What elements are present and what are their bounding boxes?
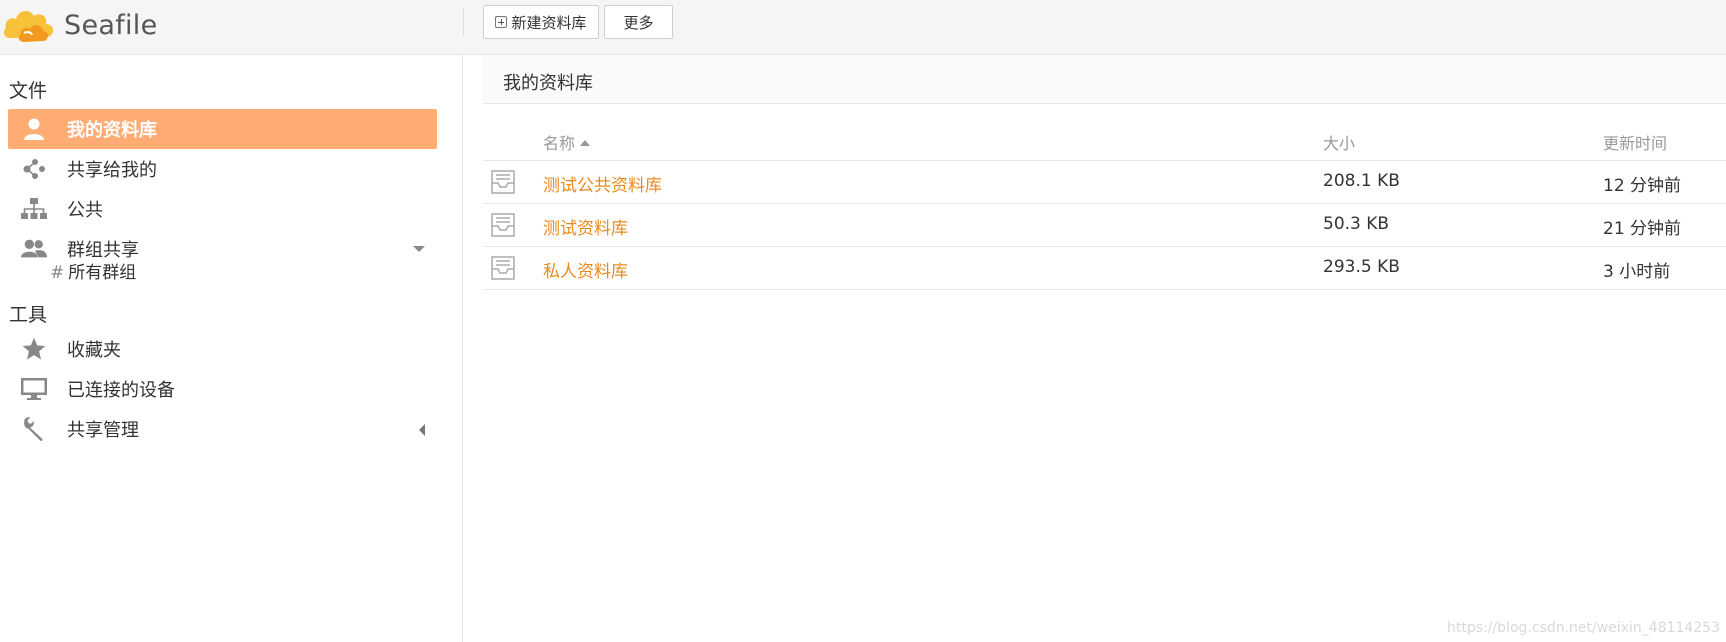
- top-header: Seafile 新建资料库 更多: [0, 0, 1726, 55]
- path-bar: 我的资料库: [483, 55, 1726, 104]
- user-icon: [20, 115, 48, 143]
- table-header: 名称 大小 更新时间: [483, 120, 1726, 161]
- library-icon: [491, 256, 515, 280]
- sidebar-item-shared-with-me[interactable]: 共享给我的: [8, 149, 437, 189]
- new-library-button[interactable]: 新建资料库: [483, 5, 599, 39]
- seafile-logo[interactable]: Seafile: [2, 2, 158, 48]
- column-updated-header[interactable]: 更新时间: [1603, 130, 1667, 154]
- star-icon: [20, 335, 48, 363]
- library-name-link[interactable]: 测试公共资料库: [543, 171, 662, 196]
- table-row[interactable]: 测试公共资料库 208.1 KB 12 分钟前: [483, 161, 1726, 204]
- hash-icon: #: [50, 263, 65, 283]
- sidebar-item-label: 共享管理: [67, 420, 139, 441]
- plus-square-icon: [495, 16, 508, 28]
- sidebar-item-linked-devices[interactable]: 已连接的设备: [8, 369, 437, 409]
- library-icon: [491, 170, 515, 194]
- library-updated: 21 分钟前: [1603, 219, 1682, 239]
- sidebar-item-public[interactable]: 公共: [8, 189, 437, 229]
- sidebar-item-label: 公共: [67, 200, 103, 221]
- chevron-left-icon[interactable]: [419, 424, 425, 436]
- library-size: 50.3 KB: [1323, 214, 1390, 234]
- library-updated: 12 分钟前: [1603, 176, 1682, 196]
- sidebar-subitem-all-groups[interactable]: # 所有群组: [50, 258, 136, 283]
- column-name-header[interactable]: 名称: [543, 130, 591, 154]
- sidebar-item-label: 我的资料库: [67, 120, 157, 141]
- sidebar: 文件 我的资料库 共享给我的 公共 群组共享 # 所有群组 工具 收藏夹 已连接…: [0, 55, 463, 642]
- more-button[interactable]: 更多: [604, 5, 673, 39]
- files-section-title: 文件: [9, 80, 48, 102]
- main-content: 我的资料库 名称 大小 更新时间 测试公共资料库 208.1 KB 12 分钟前…: [463, 55, 1726, 642]
- sidebar-subitem-label: 所有群组: [68, 263, 137, 283]
- sidebar-item-my-libraries[interactable]: 我的资料库: [8, 109, 437, 149]
- library-name-link[interactable]: 私人资料库: [543, 257, 628, 282]
- sort-ascending-icon: [580, 139, 591, 146]
- sidebar-item-label: 共享给我的: [67, 160, 157, 181]
- cloud-logo-icon: [3, 10, 54, 42]
- table-row[interactable]: 私人资料库 293.5 KB 3 小时前: [483, 247, 1726, 290]
- chevron-down-icon[interactable]: [413, 246, 425, 252]
- group-icon: [20, 235, 48, 263]
- share-icon: [20, 155, 48, 183]
- library-icon: [491, 213, 515, 237]
- table-row[interactable]: 测试资料库 50.3 KB 21 分钟前: [483, 204, 1726, 247]
- tools-section-title: 工具: [9, 304, 48, 326]
- watermark-text: https://blog.csdn.net/weixin_48114253: [1446, 620, 1720, 636]
- sidebar-item-share-admin[interactable]: 共享管理: [8, 409, 437, 449]
- column-size-header[interactable]: 大小: [1323, 130, 1355, 154]
- header-divider: [463, 8, 464, 36]
- sidebar-item-label: 已连接的设备: [67, 380, 175, 401]
- more-label: 更多: [623, 13, 654, 32]
- new-library-label: 新建资料库: [511, 13, 587, 32]
- wrench-icon: [20, 415, 48, 443]
- sidebar-item-label: 收藏夹: [67, 340, 121, 361]
- app-name: Seafile: [64, 9, 158, 41]
- page-title: 我的资料库: [503, 73, 593, 94]
- library-updated: 3 小时前: [1603, 262, 1671, 282]
- monitor-icon: [20, 375, 48, 403]
- org-icon: [20, 195, 48, 223]
- sidebar-item-favorites[interactable]: 收藏夹: [8, 329, 437, 369]
- library-size: 208.1 KB: [1323, 171, 1400, 191]
- library-size: 293.5 KB: [1323, 257, 1400, 277]
- library-name-link[interactable]: 测试资料库: [543, 214, 628, 239]
